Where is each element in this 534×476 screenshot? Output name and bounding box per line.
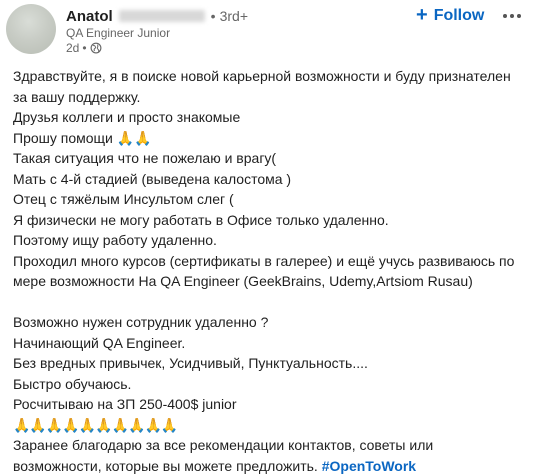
post-line: Без вредных привычек, Усидчивый, Пунктуа…: [13, 353, 519, 374]
post-meta: 2d •: [66, 41, 102, 55]
post-line: Мать с 4-й стадией (выведена калостома ): [13, 169, 519, 190]
post-text: Здравствуйте, я в поиске новой карьерной…: [13, 66, 519, 476]
author-name[interactable]: Anatol: [66, 8, 113, 25]
author-headline: QA Engineer Junior: [66, 26, 170, 40]
time-separator: •: [82, 41, 86, 55]
post-line: Друзья коллеги и просто знакомые: [13, 107, 519, 128]
post-line: Поэтому ищу работу удаленно.: [13, 230, 519, 251]
post-blank-line: [13, 292, 519, 313]
post-line: Прошу помощи 🙏🙏: [13, 128, 519, 149]
post-line: мере возможности На QA Engineer (GeekBra…: [13, 271, 519, 292]
hashtag-link[interactable]: #OpenToWork: [322, 458, 416, 474]
author-name-row: Anatol • 3rd+: [66, 6, 248, 26]
post-line-last: возможности, которые вы можете предложит…: [13, 456, 519, 476]
post-time: 2d: [66, 41, 79, 55]
name-separator: •: [211, 8, 216, 24]
post-line: Росчитываю на ЗП 250-400$ junior: [13, 394, 519, 415]
post-line: Отец с тяжёлым Инсультом слег (: [13, 189, 519, 210]
post-line-emoji: 🙏🙏🙏🙏🙏🙏🙏🙏🙏🙏: [13, 415, 519, 436]
post-line: Я физически не могу работать в Офисе тол…: [13, 210, 519, 231]
plus-icon: +: [416, 5, 428, 25]
author-name-redacted: [119, 10, 205, 22]
post-line: Заранее благодарю за все рекомендации ко…: [13, 435, 519, 456]
ellipsis-dot: [510, 14, 514, 18]
post-header: Anatol • 3rd+ QA Engineer Junior 2d • + …: [0, 0, 534, 62]
ellipsis-dot: [503, 14, 507, 18]
feed-post: Anatol • 3rd+ QA Engineer Junior 2d • + …: [0, 0, 534, 468]
post-line: за вашу поддержку.: [13, 87, 519, 108]
post-line: Возможно нужен сотрудник удаленно ?: [13, 312, 519, 333]
connection-degree: 3rd+: [220, 8, 248, 24]
post-last-text: возможности, которые вы можете предложит…: [13, 458, 322, 474]
follow-label: Follow: [434, 7, 485, 25]
post-line: Такая ситуация что не пожелаю и врагу(: [13, 148, 519, 169]
post-line: Здравствуйте, я в поиске новой карьерной…: [13, 66, 519, 87]
ellipsis-dot: [517, 14, 521, 18]
more-options-button[interactable]: [496, 2, 528, 30]
post-line: Проходил много курсов (сертификаты в гал…: [13, 251, 519, 272]
author-avatar[interactable]: [6, 4, 56, 54]
post-line: Начинающий QA Engineer.: [13, 333, 519, 354]
globe-icon: [90, 42, 102, 54]
follow-button[interactable]: + Follow: [410, 4, 490, 28]
post-line: Быстро обучаюсь.: [13, 374, 519, 395]
